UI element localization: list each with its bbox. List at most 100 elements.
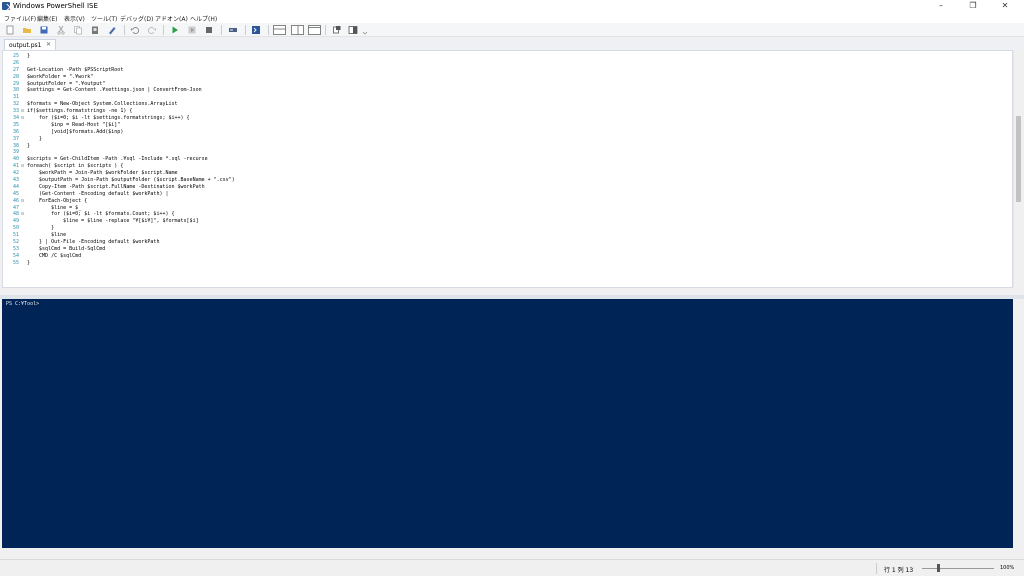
code-line[interactable]: 31 xyxy=(5,94,235,101)
editor-scroll-thumb[interactable] xyxy=(1016,116,1021,202)
line-number: 29 xyxy=(12,80,19,87)
menu-bar: ファイル(F) 編集(E) 表示(V) ツール(T) デバッグ(D) アドオン(… xyxy=(0,12,1024,23)
run-script-icon[interactable] xyxy=(170,25,180,35)
line-number: 41 xyxy=(12,163,19,170)
close-button[interactable]: ✕ xyxy=(990,0,1020,12)
code-line[interactable]: 42 $workPath = Join-Path $workFolder $sc… xyxy=(5,170,235,177)
code-line[interactable]: 54 CMD /C $sqlCmd xyxy=(5,253,235,260)
menu-help[interactable]: ヘルプ(H) xyxy=(190,14,217,23)
show-script-top-icon[interactable] xyxy=(273,25,286,35)
menu-view[interactable]: 表示(V) xyxy=(64,14,85,23)
cursor-position: 行 1 列 13 xyxy=(884,567,914,574)
undo-icon[interactable] xyxy=(130,25,140,35)
toolbar-separator xyxy=(268,25,269,35)
code-line[interactable]: 36 [void]$formats.Add($inp) xyxy=(5,129,235,136)
line-number: 28 xyxy=(12,73,19,80)
code-line[interactable]: 52 } | Out-File -Encoding default $workP… xyxy=(5,239,235,246)
menu-edit[interactable]: 編集(E) xyxy=(37,14,57,23)
code-line[interactable]: 47 $line = $_ xyxy=(5,205,235,212)
code-line[interactable]: 34 ⊟ for ($i=0; $i -lt $settings.formatst… xyxy=(5,115,235,122)
line-number: 33 xyxy=(12,108,19,115)
tab-output-ps1[interactable]: output.ps1 ✕ xyxy=(4,39,56,50)
code-line[interactable]: 55} xyxy=(5,260,235,267)
console-pane[interactable]: PS C:¥Tool> xyxy=(2,299,1013,548)
title-bar: Windows PowerShell ISE – ❐ ✕ xyxy=(0,0,1024,12)
status-separator xyxy=(876,563,877,574)
menu-file[interactable]: ファイル(F) xyxy=(4,14,36,23)
line-number: 42 xyxy=(12,170,19,177)
code-line[interactable]: 51 $line xyxy=(5,232,235,239)
redo-icon[interactable] xyxy=(147,25,157,35)
code-line[interactable]: 27 Get-Location -Path $PSScriptRoot xyxy=(5,67,235,74)
code-line[interactable]: 46 ⊟ ForEach-Object { xyxy=(5,198,235,205)
code-line[interactable]: 43 $outputPath = Join-Path $outputFolder… xyxy=(5,177,235,184)
code-line[interactable]: 26 xyxy=(5,60,235,67)
code-line[interactable]: 41 ⊟ foreach( $script in $scripts ) { xyxy=(5,163,235,170)
code-text: } xyxy=(27,225,55,232)
code-line[interactable]: 30 $settings = Get-Content .¥settings.jso… xyxy=(5,87,235,94)
maximize-button[interactable]: ❐ xyxy=(958,0,988,12)
code-line[interactable]: 38} xyxy=(5,143,235,150)
paste-icon[interactable] xyxy=(90,25,100,35)
zoom-slider-thumb[interactable] xyxy=(937,564,940,572)
editor-horizontal-scrollbar[interactable] xyxy=(2,288,1013,295)
code-text: $outputFolder = ".¥output" xyxy=(27,80,106,87)
console-vertical-scrollbar[interactable] xyxy=(1013,299,1022,548)
code-line[interactable]: 33 ⊟ if($settings.formatstrings -ne 1) { xyxy=(5,108,235,115)
code-line[interactable]: 32 $formats = New-Object System.Collectio… xyxy=(5,101,235,108)
code-line[interactable]: 48 ⊟ for ($i=0; $i -lt $formats.Count; $i… xyxy=(5,211,235,218)
show-commands-icon[interactable] xyxy=(332,25,342,35)
code-line[interactable]: 37 } xyxy=(5,136,235,143)
clear-console-icon[interactable] xyxy=(107,25,117,35)
code-line[interactable]: 44 Copy-Item -Path $script.FullName -Des… xyxy=(5,184,235,191)
open-folder-icon[interactable] xyxy=(22,25,32,35)
line-number: 30 xyxy=(12,87,19,94)
remote-powershell-icon[interactable] xyxy=(228,25,238,35)
script-editor[interactable]: 25} 26 27 Get-Location -Path $PSScriptRoot 2… xyxy=(2,50,1013,288)
code-line[interactable]: 40 $scripts = Get-ChildItem -Path .¥sql -… xyxy=(5,156,235,163)
code-line[interactable]: 50 } xyxy=(5,225,235,232)
line-number: 45 xyxy=(12,190,19,197)
line-number: 52 xyxy=(12,239,19,246)
code-line[interactable]: 45 (Get-Content -Encoding default $workP… xyxy=(5,191,235,198)
show-script-right-icon[interactable] xyxy=(291,25,304,35)
show-script-maximized-icon[interactable] xyxy=(308,25,321,35)
run-selection-icon[interactable] xyxy=(187,25,197,35)
line-number: 36 xyxy=(12,128,19,135)
menu-addons[interactable]: アドオン(A) xyxy=(155,14,188,23)
line-number: 32 xyxy=(12,101,19,108)
line-number: 48 xyxy=(12,211,19,218)
editor-vertical-scrollbar[interactable] xyxy=(1013,50,1022,288)
cut-icon[interactable] xyxy=(56,25,66,35)
script-tab-strip: output.ps1 ✕ xyxy=(0,37,1024,50)
code-line[interactable]: 25} xyxy=(5,53,235,60)
line-number: 49 xyxy=(12,218,19,225)
code-text: } xyxy=(27,135,43,142)
code-text: $outputPath = Join-Path $outputFolder ($… xyxy=(27,177,235,184)
toolbar-overflow-icon[interactable] xyxy=(362,25,368,35)
code-line[interactable]: 29 $outputFolder = ".¥output" xyxy=(5,81,235,88)
code-line[interactable]: 39 xyxy=(5,149,235,156)
menu-tools[interactable]: ツール(T) xyxy=(91,14,117,23)
code-line[interactable]: 35 $inp = Read-Host "[$i]" xyxy=(5,122,235,129)
show-addon-icon[interactable] xyxy=(348,25,358,35)
stop-icon[interactable] xyxy=(204,25,214,35)
minimize-button[interactable]: – xyxy=(926,0,956,12)
toolbar-separator xyxy=(245,25,246,35)
tab-close-icon[interactable]: ✕ xyxy=(46,41,51,48)
code-line[interactable]: 49 $line = $line -replace "¥[$i¥]", $for… xyxy=(5,218,235,225)
line-number: 31 xyxy=(12,94,19,101)
powershell-console-icon[interactable] xyxy=(251,25,261,35)
status-bar: 行 1 列 13 100% xyxy=(0,559,1024,576)
line-number: 54 xyxy=(12,252,19,259)
zoom-slider-track[interactable] xyxy=(922,568,994,569)
menu-debug[interactable]: デバッグ(D) xyxy=(120,14,153,23)
new-file-icon[interactable] xyxy=(5,25,15,35)
toolbar-separator xyxy=(163,25,164,35)
toolbar xyxy=(0,23,1024,37)
code-line[interactable]: 53 $sqlCmd = Build-SqlCmd xyxy=(5,246,235,253)
code-line[interactable]: 28 $workFolder = ".¥work" xyxy=(5,74,235,81)
copy-icon[interactable] xyxy=(73,25,83,35)
save-icon[interactable] xyxy=(39,25,49,35)
code-text: $workFolder = ".¥work" xyxy=(27,73,94,80)
